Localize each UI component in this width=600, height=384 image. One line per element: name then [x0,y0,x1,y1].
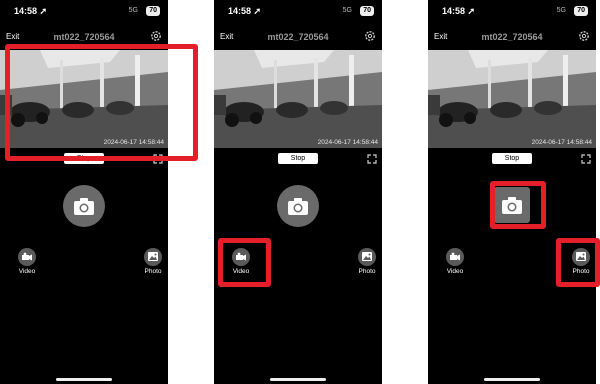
status-bar: 14:58 ➚ 5G 70 [0,6,168,18]
camera-icon [288,198,308,215]
network-label: 5G [556,7,566,14]
stop-button[interactable]: Stop [278,153,318,164]
video-timestamp: 2024-06-17 14:58:44 [531,139,592,146]
battery-badge: 70 [574,6,588,16]
status-bar: 14:58 ➚ 5G 70 [214,6,382,18]
photo-gallery-icon [148,252,158,261]
video-label: Video [18,268,36,275]
video-mode-button[interactable]: Video [440,248,470,275]
video-preview[interactable]: 2024-06-17 14:58:44 [428,50,596,148]
battery-badge: 70 [146,6,160,16]
device-title: mt022_720564 [267,32,329,42]
gear-icon[interactable] [150,30,162,42]
highlight-video-preview [5,44,198,161]
capture-button[interactable] [277,185,319,227]
photo-label: Photo [144,268,162,275]
stop-button[interactable]: Stop [492,153,532,164]
fullscreen-icon[interactable] [581,154,591,164]
video-preview[interactable]: 2024-06-17 14:58:44 [214,50,382,148]
gear-icon[interactable] [364,30,376,42]
capture-button[interactable] [63,185,105,227]
video-camera-icon [22,252,32,261]
device-title: mt022_720564 [481,32,543,42]
video-mode-button[interactable]: Video [12,248,42,275]
phone-screen-2: 14:58 ➚ 5G 70 Exit mt022_720564 2024-06-… [214,0,382,384]
network-label: 5G [342,7,352,14]
top-bar: Exit mt022_720564 [428,30,596,46]
photo-gallery-icon [362,252,372,261]
photo-gallery-button[interactable]: Photo [138,248,168,275]
video-timestamp: 2024-06-17 14:58:44 [317,139,378,146]
camera-icon [74,198,94,215]
highlight-capture-button [490,181,546,229]
status-time: 14:58 ➚ [228,6,262,16]
device-title: mt022_720564 [53,32,115,42]
highlight-photo-button [556,238,600,287]
home-indicator [484,378,540,381]
photo-gallery-button[interactable]: Photo [352,248,382,275]
photo-label: Photo [358,268,376,275]
home-indicator [56,378,112,381]
video-label: Video [446,268,464,275]
highlight-video-button [218,238,271,287]
battery-badge: 70 [360,6,374,16]
top-bar: Exit mt022_720564 [214,30,382,46]
fullscreen-icon[interactable] [367,154,377,164]
status-bar: 14:58 ➚ 5G 70 [428,6,596,18]
status-time: 14:58 ➚ [442,6,476,16]
home-indicator [270,378,326,381]
status-time: 14:58 ➚ [14,6,48,16]
gear-icon[interactable] [578,30,590,42]
video-camera-icon [450,252,460,261]
network-label: 5G [128,7,138,14]
